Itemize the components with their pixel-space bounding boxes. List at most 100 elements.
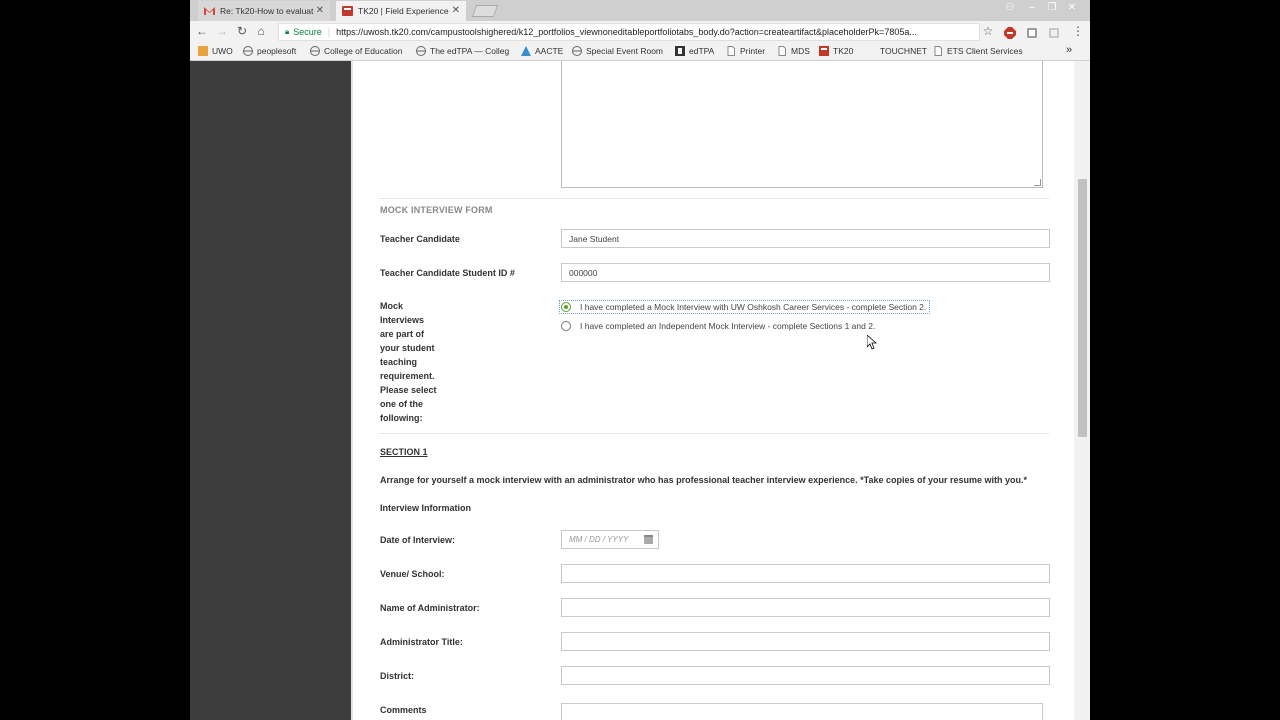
comments-label: Comments: [380, 705, 427, 715]
section-divider: [379, 433, 1049, 434]
browser-menu-icon[interactable]: ⋮: [1070, 24, 1086, 38]
page-icon: [777, 46, 787, 56]
tab-title: Re: Tk20-How to evaluat: [220, 6, 314, 16]
bookmark-label: The edTPA — College: [430, 46, 509, 56]
bookmark-label: ETS Client Services: [947, 46, 1023, 56]
omnibox-separator: |: [327, 27, 331, 37]
tk20-icon: [819, 46, 829, 56]
date-of-interview-field[interactable]: MM / DD / YYYY: [561, 530, 659, 549]
previous-textarea[interactable]: [561, 61, 1043, 188]
bookmark-label: TOUCHNET: [880, 46, 928, 56]
admin-name-field[interactable]: [561, 598, 1050, 617]
extension-icon[interactable]: [1026, 26, 1038, 38]
secure-label: Secure: [293, 27, 322, 37]
question-line: following:: [380, 413, 423, 423]
aacte-icon: [521, 46, 531, 56]
section-title: MOCK INTERVIEW FORM: [380, 205, 493, 215]
option-career-services[interactable]: I have completed a Mock Interview with U…: [558, 300, 931, 314]
venue-field[interactable]: [561, 564, 1050, 583]
admin-title-field[interactable]: [561, 632, 1050, 651]
adblock-icon[interactable]: [1004, 26, 1016, 39]
gmail-icon: [204, 6, 215, 16]
question-line: Please select: [380, 385, 437, 395]
globe-icon: [243, 46, 253, 56]
bookmark-label: Printer: [740, 46, 766, 56]
tab-strip: Re: Tk20-How to evaluat ✕ TK20 | Field E…: [190, 0, 1090, 21]
comments-textarea[interactable]: [561, 703, 1043, 720]
interview-info-heading: Interview Information: [380, 503, 472, 513]
close-tab-icon[interactable]: ✕: [316, 5, 324, 16]
question-line: Interviews: [380, 315, 425, 325]
student-id-label: Teacher Candidate Student ID #: [380, 268, 515, 278]
question-line: your student: [380, 343, 435, 353]
question-line: Mock: [380, 301, 404, 311]
district-field[interactable]: [561, 666, 1050, 685]
calendar-icon[interactable]: [644, 535, 653, 544]
bookmark-aacte[interactable]: AACTE: [521, 46, 563, 56]
question-line: requirement.: [380, 371, 435, 381]
question-line: one of the: [380, 399, 423, 409]
bookmark-label: TK20: [833, 46, 854, 56]
bookmarks-bar: UWO peoplesoft College of Education The …: [190, 43, 1090, 61]
option-independent[interactable]: I have completed an Independent Mock Int…: [561, 321, 875, 331]
bookmark-college-of-education[interactable]: College of Education: [310, 46, 402, 56]
side-navigation: [190, 61, 351, 720]
tab-title: TK20 | Field Experience: [358, 6, 449, 16]
bookmark-printer[interactable]: Printer: [726, 46, 765, 56]
minimize-button[interactable]: –: [1022, 2, 1042, 13]
admin-name-label: Name of Administrator:: [380, 603, 480, 613]
bookmark-label: AACTE: [535, 46, 564, 56]
option-label: I have completed a Mock Interview with U…: [580, 302, 927, 312]
date-placeholder: MM / DD / YYYY: [569, 535, 629, 544]
scrollbar-thumb[interactable]: [1078, 179, 1087, 437]
globe-icon: [310, 46, 320, 56]
more-bookmarks-icon[interactable]: »: [1066, 44, 1072, 56]
bookmark-star-icon[interactable]: ☆: [980, 24, 996, 38]
forward-icon[interactable]: →: [214, 24, 230, 38]
bookmark-ets-client-services[interactable]: ETS Client Services: [933, 46, 1023, 56]
globe-icon: [416, 46, 426, 56]
bookmark-peoplesoft[interactable]: peoplesoft: [243, 46, 296, 56]
reload-icon[interactable]: ↻: [234, 24, 250, 38]
student-id-field[interactable]: 000000: [561, 263, 1050, 282]
maximize-button[interactable]: ❐: [1042, 2, 1062, 13]
new-tab-button[interactable]: [471, 5, 499, 17]
resize-handle-icon[interactable]: [1034, 179, 1041, 186]
radio-unchecked-icon[interactable]: [561, 321, 571, 331]
bookmark-edtpa-college[interactable]: The edTPA — College: [416, 46, 509, 56]
radio-checked-icon[interactable]: [561, 302, 571, 312]
edtpa-icon: [675, 46, 685, 56]
page-icon: [726, 46, 736, 56]
option-label: I have completed an Independent Mock Int…: [580, 321, 876, 331]
bookmark-label: Special Event Room: [586, 46, 664, 56]
address-bar[interactable]: 🔒︎ Secure | https://uwosh.tk20.com/campu…: [278, 23, 980, 41]
bookmark-label: UWO: [212, 46, 233, 56]
back-icon[interactable]: ←: [194, 24, 210, 38]
extension-icon[interactable]: [1048, 26, 1060, 38]
teacher-candidate-label: Teacher Candidate: [380, 234, 460, 244]
tab-gmail[interactable]: Re: Tk20-How to evaluat ✕: [198, 1, 330, 21]
tab-tk20[interactable]: TK20 | Field Experience ✕: [336, 1, 466, 21]
date-label: Date of Interview:: [380, 535, 456, 545]
close-tab-icon[interactable]: ✕: [452, 5, 460, 16]
close-window-button[interactable]: ✕: [1062, 2, 1082, 13]
page-content: MOCK INTERVIEW FORM Teacher Candidate Ja…: [190, 61, 1090, 720]
blank-icon: [866, 46, 876, 56]
home-icon[interactable]: ⌂: [253, 24, 269, 38]
url-text: https://uwosh.tk20.com/campustoolshigher…: [336, 27, 917, 37]
section-1-title: SECTION 1: [380, 447, 428, 457]
mock-interview-question: Mock Interviews are part of your student…: [380, 299, 442, 425]
section-1-instructions: Arrange for yourself a mock interview wi…: [380, 475, 1028, 485]
bookmark-mds[interactable]: MDS: [777, 46, 810, 56]
bookmark-touchnet[interactable]: TOUCHNET: [866, 46, 927, 56]
bookmark-uwo[interactable]: UWO: [198, 46, 233, 56]
bookmark-special-event-room[interactable]: Special Event Room: [572, 46, 665, 56]
bookmark-uwo-icon: [198, 46, 208, 56]
bookmark-tk20[interactable]: TK20: [819, 46, 853, 56]
sidebar-edge: [351, 61, 353, 720]
bookmark-edtpa[interactable]: edTPA: [675, 46, 714, 56]
question-line: are part of: [380, 329, 425, 339]
teacher-candidate-field[interactable]: Jane Student: [561, 229, 1050, 248]
page-scrollbar[interactable]: [1074, 61, 1090, 720]
user-icon[interactable]: ⚇: [1000, 2, 1020, 13]
